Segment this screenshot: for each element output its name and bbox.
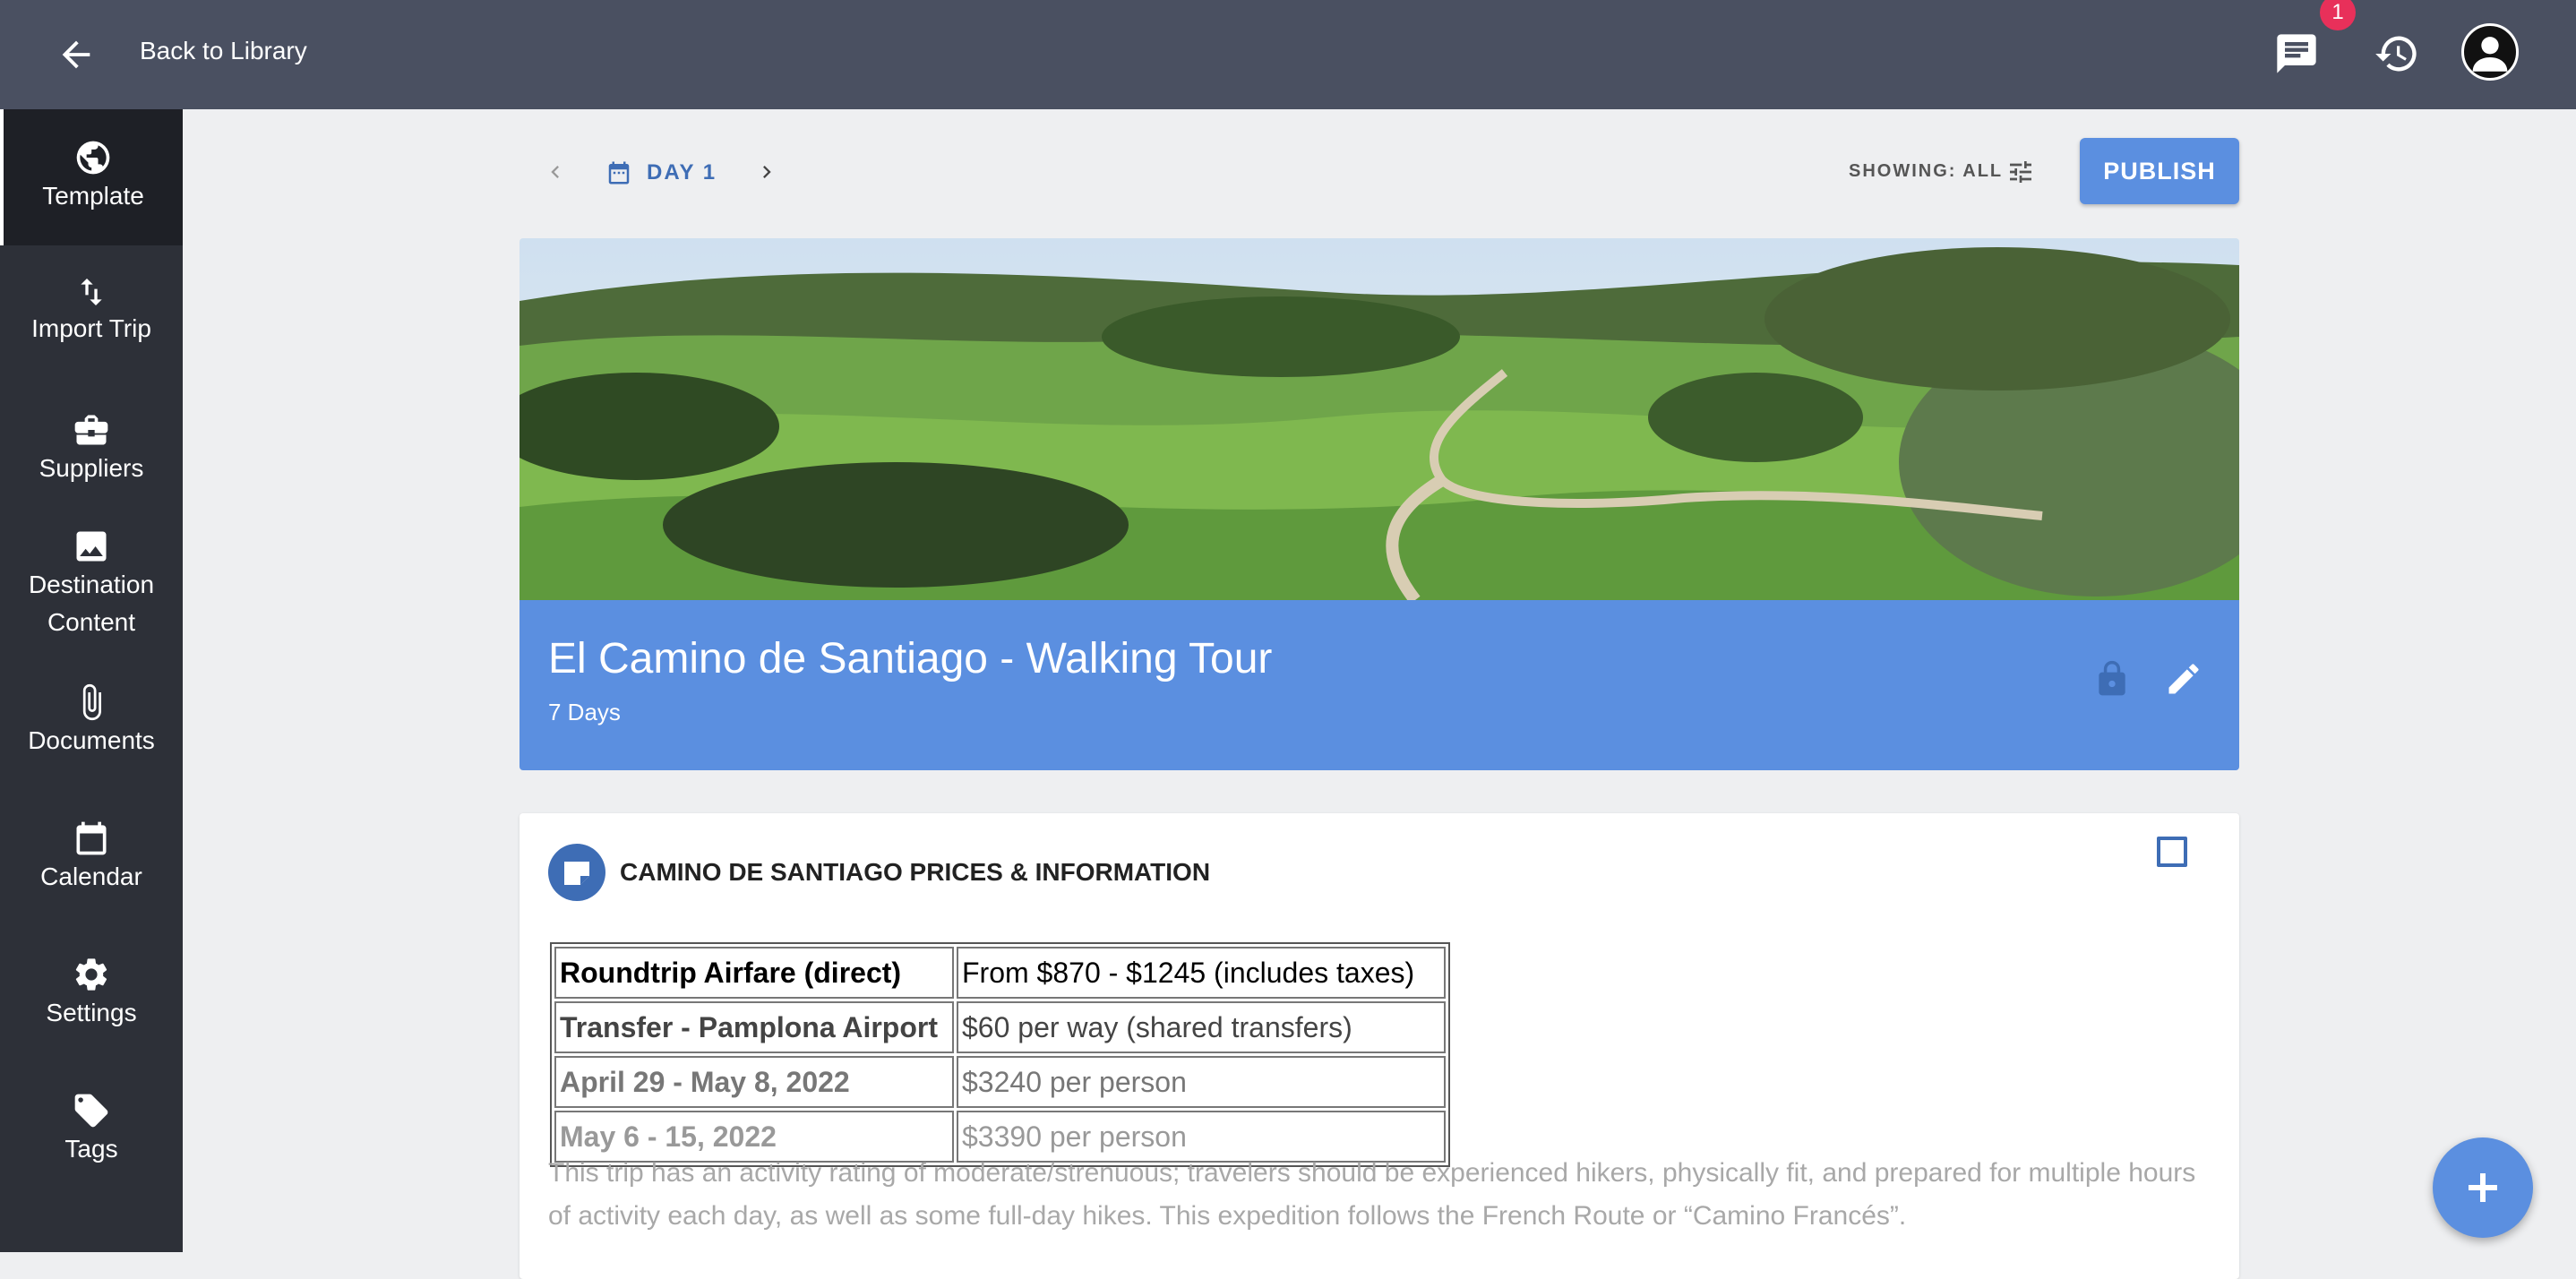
sidebar-item-label: Suppliers bbox=[39, 454, 144, 482]
table-cell: From $870 - $1245 (includes taxes) bbox=[957, 947, 1446, 999]
notification-badge: 1 bbox=[2320, 0, 2356, 30]
sidebar-item-import-trip[interactable]: Import Trip bbox=[0, 274, 183, 348]
card-title: CAMINO DE SANTIAGO PRICES & INFORMATION bbox=[620, 858, 1211, 886]
tag-icon bbox=[74, 1094, 108, 1128]
sidebar-item-label: Import Trip bbox=[31, 314, 151, 342]
trip-header: El Camino de Santiago - Walking Tour 7 D… bbox=[519, 600, 2239, 770]
hero-image bbox=[519, 238, 2239, 600]
note-icon bbox=[548, 844, 605, 901]
sidebar-item-label: Settings bbox=[46, 999, 137, 1026]
table-cell: $60 per way (shared transfers) bbox=[957, 1001, 1446, 1053]
top-bar: Back to Library 1 bbox=[0, 0, 2576, 109]
user-avatar[interactable] bbox=[2461, 23, 2519, 81]
sidebar-item-tags[interactable]: Tags bbox=[0, 1091, 183, 1168]
back-to-library-link[interactable]: Back to Library bbox=[140, 36, 307, 66]
calendar-icon bbox=[608, 161, 630, 185]
select-checkbox[interactable] bbox=[2157, 837, 2187, 867]
gear-icon bbox=[75, 958, 107, 991]
history-icon[interactable] bbox=[2374, 30, 2420, 77]
lock-icon[interactable] bbox=[2092, 659, 2132, 699]
sidebar-item-label: Template bbox=[42, 182, 144, 210]
sidebar-item-label: Calendar bbox=[40, 863, 142, 890]
plus-icon bbox=[2469, 1173, 2497, 1202]
sidebar-item-label-line2: Content bbox=[47, 608, 136, 636]
landscape-image bbox=[519, 238, 2239, 600]
calendar-icon bbox=[76, 821, 107, 855]
paperclip-icon bbox=[82, 683, 101, 721]
add-button[interactable] bbox=[2433, 1137, 2533, 1238]
table-row: Transfer - Pamplona Airport $60 per way … bbox=[554, 1001, 1446, 1053]
chat-icon[interactable] bbox=[2273, 30, 2320, 77]
info-card: CAMINO DE SANTIAGO PRICES & INFORMATION … bbox=[519, 813, 2239, 1279]
sidebar: Template Import Trip Suppliers Destinati… bbox=[0, 109, 183, 1252]
sidebar-item-template[interactable]: Template bbox=[0, 109, 183, 245]
back-arrow-icon[interactable] bbox=[56, 34, 97, 75]
sidebar-item-settings[interactable]: Settings bbox=[0, 955, 183, 1032]
edit-pencil-icon[interactable] bbox=[2164, 659, 2203, 699]
sidebar-item-label: Documents bbox=[28, 726, 155, 754]
table-cell: April 29 - May 8, 2022 bbox=[554, 1056, 954, 1108]
image-icon bbox=[76, 531, 107, 562]
trip-duration: 7 Days bbox=[548, 699, 621, 725]
table-row: Roundtrip Airfare (direct) From $870 - $… bbox=[554, 947, 1446, 999]
import-icon bbox=[81, 279, 102, 305]
previous-day-icon[interactable] bbox=[543, 159, 568, 185]
user-icon bbox=[2472, 37, 2508, 72]
table-cell: Transfer - Pamplona Airport bbox=[554, 1001, 954, 1053]
sidebar-item-destination-content[interactable]: Destination Content bbox=[0, 527, 183, 641]
sidebar-item-label: Tags bbox=[64, 1135, 118, 1163]
next-day-icon[interactable] bbox=[754, 159, 779, 185]
sidebar-item-suppliers[interactable]: Suppliers bbox=[0, 410, 183, 487]
globe-icon bbox=[76, 141, 110, 175]
trip-title: El Camino de Santiago - Walking Tour bbox=[548, 635, 1273, 682]
table-row: April 29 - May 8, 2022 $3240 per person bbox=[554, 1056, 1446, 1108]
table-cell: $3240 per person bbox=[957, 1056, 1446, 1108]
briefcase-icon bbox=[74, 415, 108, 445]
trip-description: This trip has an activity rating of mode… bbox=[548, 1158, 2196, 1231]
day-selector[interactable]: DAY 1 bbox=[647, 160, 717, 185]
publish-button[interactable]: PUBLISH bbox=[2080, 138, 2239, 204]
table-cell: Roundtrip Airfare (direct) bbox=[554, 947, 954, 999]
prices-table: Roundtrip Airfare (direct) From $870 - $… bbox=[550, 942, 1450, 1167]
tune-filter-icon[interactable] bbox=[2006, 158, 2035, 186]
sidebar-item-calendar[interactable]: Calendar bbox=[0, 819, 183, 896]
showing-filter-label[interactable]: SHOWING: ALL bbox=[1849, 161, 2003, 182]
sidebar-item-documents[interactable]: Documents bbox=[0, 682, 183, 760]
sidebar-item-label: Destination bbox=[28, 571, 155, 598]
